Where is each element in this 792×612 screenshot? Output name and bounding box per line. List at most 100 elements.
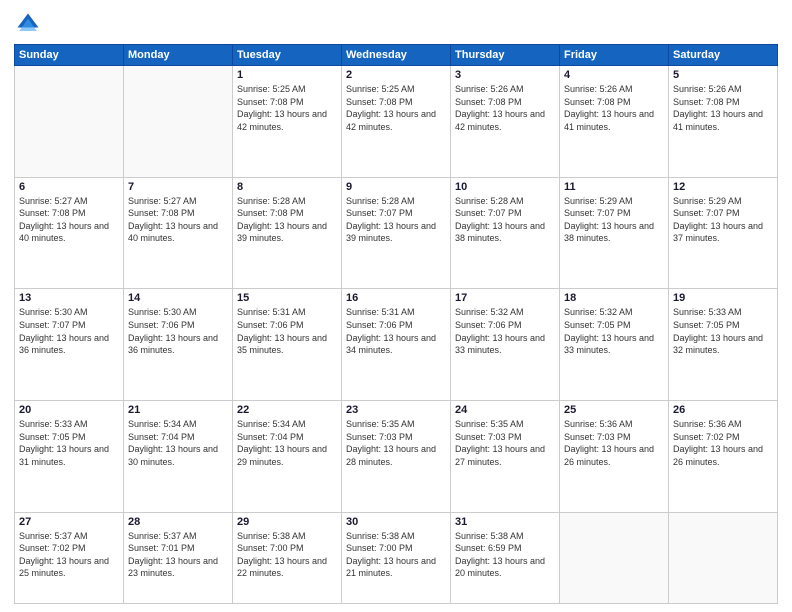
calendar-cell: 11 Sunrise: 5:29 AMSunset: 7:07 PMDayligh… [560, 177, 669, 289]
cell-info: Sunrise: 5:38 AMSunset: 6:59 PMDaylight:… [455, 530, 555, 580]
day-number: 23 [346, 404, 446, 416]
day-number: 27 [19, 516, 119, 528]
calendar-cell: 23 Sunrise: 5:35 AMSunset: 7:03 PMDayligh… [342, 400, 451, 512]
cell-info: Sunrise: 5:38 AMSunset: 7:00 PMDaylight:… [346, 530, 446, 580]
day-number: 29 [237, 516, 337, 528]
day-number: 12 [673, 181, 773, 193]
header [14, 10, 778, 38]
day-number: 5 [673, 69, 773, 81]
calendar-cell: 13 Sunrise: 5:30 AMSunset: 7:07 PMDayligh… [15, 289, 124, 401]
calendar-cell: 15Sunrise: 5:31 AMSunset: 7:06 PMDayligh… [233, 289, 342, 401]
cell-info: Sunrise: 5:27 AMSunset: 7:08 PMDaylight:… [19, 195, 119, 245]
cell-info: Sunrise: 5:30 AMSunset: 7:06 PMDaylight:… [128, 306, 228, 356]
cell-info: Sunrise: 5:34 AMSunset: 7:04 PMDaylight:… [237, 418, 337, 468]
cell-info: Sunrise: 5:36 AMSunset: 7:02 PMDaylight:… [673, 418, 773, 468]
logo-icon [14, 10, 42, 38]
cell-info: Sunrise: 5:31 AMSunset: 7:06 PMDaylight:… [346, 306, 446, 356]
calendar-cell: 27 Sunrise: 5:37 AMSunset: 7:02 PMDayligh… [15, 512, 124, 603]
cell-info: Sunrise: 5:29 AMSunset: 7:07 PMDaylight:… [564, 195, 664, 245]
calendar-cell: 14 Sunrise: 5:30 AMSunset: 7:06 PMDayligh… [124, 289, 233, 401]
calendar-cell [669, 512, 778, 603]
calendar-cell: 17 Sunrise: 5:32 AMSunset: 7:06 PMDayligh… [451, 289, 560, 401]
week-row-4: 20 Sunrise: 5:33 AMSunset: 7:05 PMDayligh… [15, 400, 778, 512]
cell-info: Sunrise: 5:35 AMSunset: 7:03 PMDaylight:… [455, 418, 555, 468]
calendar-cell: 30 Sunrise: 5:38 AMSunset: 7:00 PMDayligh… [342, 512, 451, 603]
day-number: 8 [237, 181, 337, 193]
calendar-cell: 29 Sunrise: 5:38 AMSunset: 7:00 PMDayligh… [233, 512, 342, 603]
calendar-table: SundayMondayTuesdayWednesdayThursdayFrid… [14, 44, 778, 604]
day-number: 19 [673, 292, 773, 304]
cell-info: Sunrise: 5:26 AMSunset: 7:08 PMDaylight:… [455, 83, 555, 133]
weekday-header-wednesday: Wednesday [342, 45, 451, 66]
day-number: 20 [19, 404, 119, 416]
calendar-cell: 28Sunrise: 5:37 AMSunset: 7:01 PMDayligh… [124, 512, 233, 603]
day-number: 31 [455, 516, 555, 528]
weekday-header-monday: Monday [124, 45, 233, 66]
cell-info: Sunrise: 5:37 AMSunset: 7:02 PMDaylight:… [19, 530, 119, 580]
cell-info: Sunrise: 5:31 AMSunset: 7:06 PMDaylight:… [237, 306, 337, 356]
cell-info: Sunrise: 5:38 AMSunset: 7:00 PMDaylight:… [237, 530, 337, 580]
weekday-header-friday: Friday [560, 45, 669, 66]
day-number: 21 [128, 404, 228, 416]
cell-info: Sunrise: 5:33 AMSunset: 7:05 PMDaylight:… [673, 306, 773, 356]
calendar-cell: 18 Sunrise: 5:32 AMSunset: 7:05 PMDayligh… [560, 289, 669, 401]
cell-info: Sunrise: 5:28 AMSunset: 7:07 PMDaylight:… [346, 195, 446, 245]
calendar-cell: 22 Sunrise: 5:34 AMSunset: 7:04 PMDayligh… [233, 400, 342, 512]
day-number: 11 [564, 181, 664, 193]
cell-info: Sunrise: 5:25 AMSunset: 7:08 PMDaylight:… [237, 83, 337, 133]
logo [14, 10, 46, 38]
calendar-cell [124, 66, 233, 178]
week-row-2: 6 Sunrise: 5:27 AMSunset: 7:08 PMDaylight… [15, 177, 778, 289]
cell-info: Sunrise: 5:37 AMSunset: 7:01 PMDaylight:… [128, 530, 228, 580]
cell-info: Sunrise: 5:27 AMSunset: 7:08 PMDaylight:… [128, 195, 228, 245]
day-number: 26 [673, 404, 773, 416]
day-number: 6 [19, 181, 119, 193]
day-number: 30 [346, 516, 446, 528]
calendar-cell: 3 Sunrise: 5:26 AMSunset: 7:08 PMDaylight… [451, 66, 560, 178]
cell-info: Sunrise: 5:32 AMSunset: 7:06 PMDaylight:… [455, 306, 555, 356]
day-number: 2 [346, 69, 446, 81]
calendar-cell: 9 Sunrise: 5:28 AMSunset: 7:07 PMDaylight… [342, 177, 451, 289]
calendar-cell: 6 Sunrise: 5:27 AMSunset: 7:08 PMDaylight… [15, 177, 124, 289]
day-number: 24 [455, 404, 555, 416]
page: SundayMondayTuesdayWednesdayThursdayFrid… [0, 0, 792, 612]
week-row-1: 1 Sunrise: 5:25 AMSunset: 7:08 PMDaylight… [15, 66, 778, 178]
cell-info: Sunrise: 5:32 AMSunset: 7:05 PMDaylight:… [564, 306, 664, 356]
calendar-cell: 21Sunrise: 5:34 AMSunset: 7:04 PMDayligh… [124, 400, 233, 512]
calendar-cell: 10Sunrise: 5:28 AMSunset: 7:07 PMDayligh… [451, 177, 560, 289]
cell-info: Sunrise: 5:35 AMSunset: 7:03 PMDaylight:… [346, 418, 446, 468]
cell-info: Sunrise: 5:28 AMSunset: 7:08 PMDaylight:… [237, 195, 337, 245]
calendar-cell: 25Sunrise: 5:36 AMSunset: 7:03 PMDayligh… [560, 400, 669, 512]
cell-info: Sunrise: 5:33 AMSunset: 7:05 PMDaylight:… [19, 418, 119, 468]
calendar-cell: 20 Sunrise: 5:33 AMSunset: 7:05 PMDayligh… [15, 400, 124, 512]
day-number: 13 [19, 292, 119, 304]
day-number: 22 [237, 404, 337, 416]
weekday-header-sunday: Sunday [15, 45, 124, 66]
cell-info: Sunrise: 5:26 AMSunset: 7:08 PMDaylight:… [673, 83, 773, 133]
day-number: 18 [564, 292, 664, 304]
calendar-cell: 31 Sunrise: 5:38 AMSunset: 6:59 PMDayligh… [451, 512, 560, 603]
cell-info: Sunrise: 5:26 AMSunset: 7:08 PMDaylight:… [564, 83, 664, 133]
day-number: 17 [455, 292, 555, 304]
day-number: 1 [237, 69, 337, 81]
day-number: 7 [128, 181, 228, 193]
week-row-3: 13 Sunrise: 5:30 AMSunset: 7:07 PMDayligh… [15, 289, 778, 401]
calendar-cell: 8 Sunrise: 5:28 AMSunset: 7:08 PMDaylight… [233, 177, 342, 289]
day-number: 4 [564, 69, 664, 81]
day-number: 14 [128, 292, 228, 304]
week-row-5: 27 Sunrise: 5:37 AMSunset: 7:02 PMDayligh… [15, 512, 778, 603]
day-number: 25 [564, 404, 664, 416]
calendar-cell: 12Sunrise: 5:29 AMSunset: 7:07 PMDayligh… [669, 177, 778, 289]
calendar-cell: 24 Sunrise: 5:35 AMSunset: 7:03 PMDayligh… [451, 400, 560, 512]
calendar-cell: 19 Sunrise: 5:33 AMSunset: 7:05 PMDayligh… [669, 289, 778, 401]
calendar-cell: 26 Sunrise: 5:36 AMSunset: 7:02 PMDayligh… [669, 400, 778, 512]
calendar-cell [15, 66, 124, 178]
day-number: 3 [455, 69, 555, 81]
cell-info: Sunrise: 5:30 AMSunset: 7:07 PMDaylight:… [19, 306, 119, 356]
calendar-cell: 16Sunrise: 5:31 AMSunset: 7:06 PMDayligh… [342, 289, 451, 401]
calendar-cell: 4 Sunrise: 5:26 AMSunset: 7:08 PMDaylight… [560, 66, 669, 178]
day-number: 10 [455, 181, 555, 193]
weekday-header-thursday: Thursday [451, 45, 560, 66]
day-number: 9 [346, 181, 446, 193]
weekday-header-saturday: Saturday [669, 45, 778, 66]
